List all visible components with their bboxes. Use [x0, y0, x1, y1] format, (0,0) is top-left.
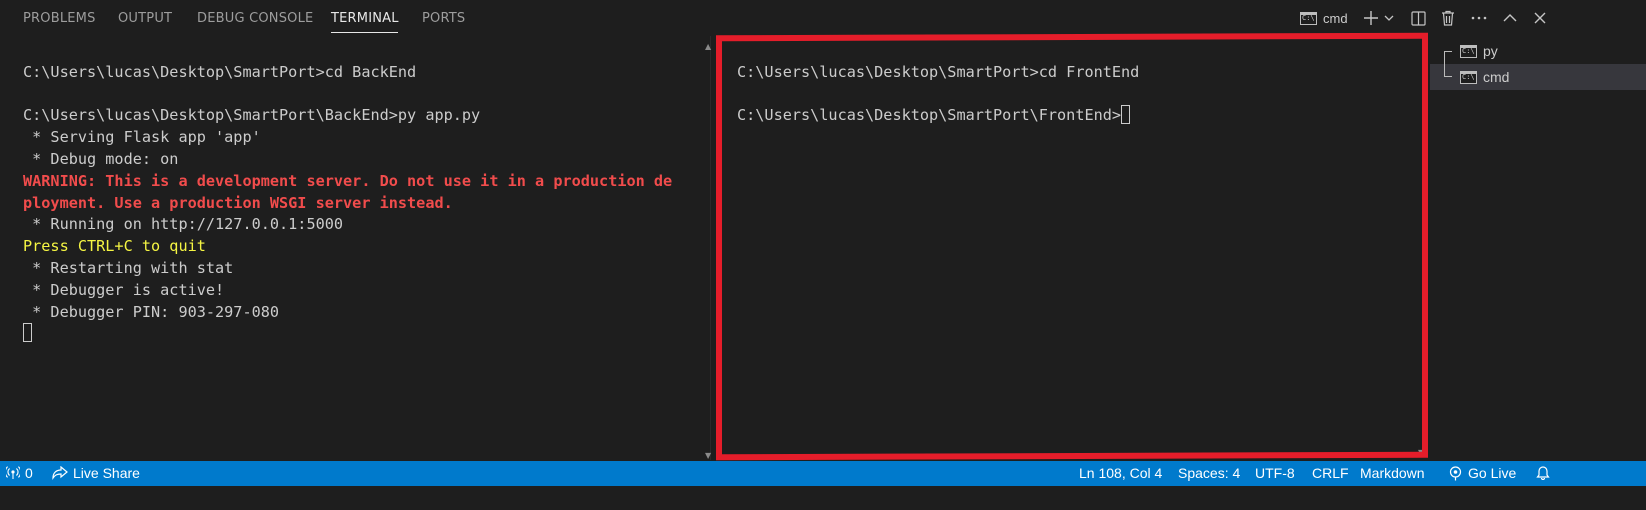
language-mode[interactable]: Markdown	[1360, 465, 1425, 481]
scroll-up-icon: ▲	[705, 42, 712, 51]
tab-debug-console[interactable]: DEBUG CONSOLE	[197, 11, 313, 26]
kill-terminal-button[interactable]	[1438, 8, 1458, 28]
broadcast-icon	[6, 466, 20, 479]
terminal-list: py cmd	[1430, 38, 1646, 90]
terminal-actions: cmd	[1300, 8, 1646, 28]
more-icon	[1471, 16, 1487, 20]
terminal-cursor-line	[23, 323, 672, 345]
bottom-strip	[0, 486, 1646, 510]
new-terminal-button[interactable]	[1360, 8, 1382, 28]
cursor-position[interactable]: Ln 108, Col 4	[1079, 465, 1162, 481]
tab-terminal[interactable]: TERMINAL	[331, 11, 399, 26]
go-live-label: Go Live	[1468, 465, 1517, 481]
tree-connector	[1444, 38, 1456, 64]
live-share-label: Live Share	[73, 465, 140, 481]
terminal-line: * Restarting with stat	[23, 258, 234, 277]
launch-profile-button[interactable]	[1382, 8, 1396, 28]
active-tab-indicator	[331, 32, 398, 33]
terminal-pane-left[interactable]: C:\Users\lucas\Desktop\SmartPort>cd Back…	[23, 40, 672, 345]
tab-problems[interactable]: PROBLEMS	[23, 11, 96, 26]
terminal-name: cmd	[1323, 10, 1348, 26]
terminal-line: * Debug mode: on	[23, 149, 179, 168]
remote-count: 0	[25, 465, 33, 481]
terminal-line: * Debugger PIN: 903-297-080	[23, 302, 280, 321]
indentation[interactable]: Spaces: 4	[1178, 465, 1240, 481]
terminal-list-label: cmd	[1483, 69, 1510, 85]
terminal-line: * Debugger is active!	[23, 280, 225, 299]
remote-indicator[interactable]: 0	[6, 465, 33, 481]
close-panel-button[interactable]	[1530, 8, 1550, 28]
go-live-button[interactable]: Go Live	[1449, 465, 1516, 481]
terminal-line: Press CTRL+C to quit	[23, 237, 206, 256]
tree-connector	[1444, 64, 1456, 90]
highlight-box	[716, 32, 1428, 461]
terminal-line: WARNING: This is a development server. D…	[23, 171, 673, 190]
line-ending[interactable]: CRLF	[1312, 465, 1349, 481]
terminal-list-label: py	[1483, 43, 1498, 59]
status-bar: 0 Live Share Ln 108, Col 4 Spaces: 4 UTF…	[0, 461, 1646, 486]
live-share-button[interactable]: Live Share	[52, 465, 140, 481]
terminal-line: * Serving Flask app 'app'	[23, 128, 261, 147]
plus-icon	[1364, 11, 1378, 25]
notifications-button[interactable]	[1536, 465, 1550, 480]
terminal-list-item-py[interactable]: py	[1430, 38, 1646, 64]
bell-icon	[1536, 466, 1550, 480]
terminal-line: * Running on http://127.0.0.1:5000	[23, 215, 344, 234]
terminal-list-item-cmd[interactable]: cmd	[1430, 64, 1646, 90]
close-icon	[1534, 12, 1546, 24]
encoding[interactable]: UTF-8	[1255, 465, 1295, 481]
terminal-line: C:\Users\lucas\Desktop\SmartPort>cd Back…	[23, 62, 417, 81]
scroll-down-icon: ▼	[705, 451, 712, 460]
go-live-icon	[1449, 465, 1462, 480]
trash-icon	[1442, 10, 1454, 26]
terminal-cursor	[23, 323, 32, 343]
split-terminal-button[interactable]	[1408, 8, 1428, 28]
terminal-selector[interactable]: cmd	[1300, 8, 1360, 28]
cmd-icon	[1460, 44, 1477, 58]
cmd-icon	[1460, 70, 1477, 84]
split-icon	[1410, 10, 1426, 26]
pane-divider[interactable]	[710, 36, 711, 460]
live-share-icon	[52, 466, 68, 480]
terminal-line: C:\Users\lucas\Desktop\SmartPort\BackEnd…	[23, 106, 481, 125]
tab-output[interactable]: OUTPUT	[118, 11, 172, 26]
chevron-down-icon	[1384, 15, 1394, 21]
terminal-line: ployment. Use a production WSGI server i…	[23, 193, 453, 212]
cmd-icon	[1300, 11, 1317, 25]
panel-tabbar: PROBLEMS OUTPUT DEBUG CONSOLE TERMINAL P…	[0, 0, 1646, 36]
maximize-panel-button[interactable]	[1500, 8, 1520, 28]
more-actions-button[interactable]	[1468, 8, 1490, 28]
tab-ports[interactable]: PORTS	[422, 11, 465, 26]
chevron-up-icon	[1503, 14, 1517, 22]
